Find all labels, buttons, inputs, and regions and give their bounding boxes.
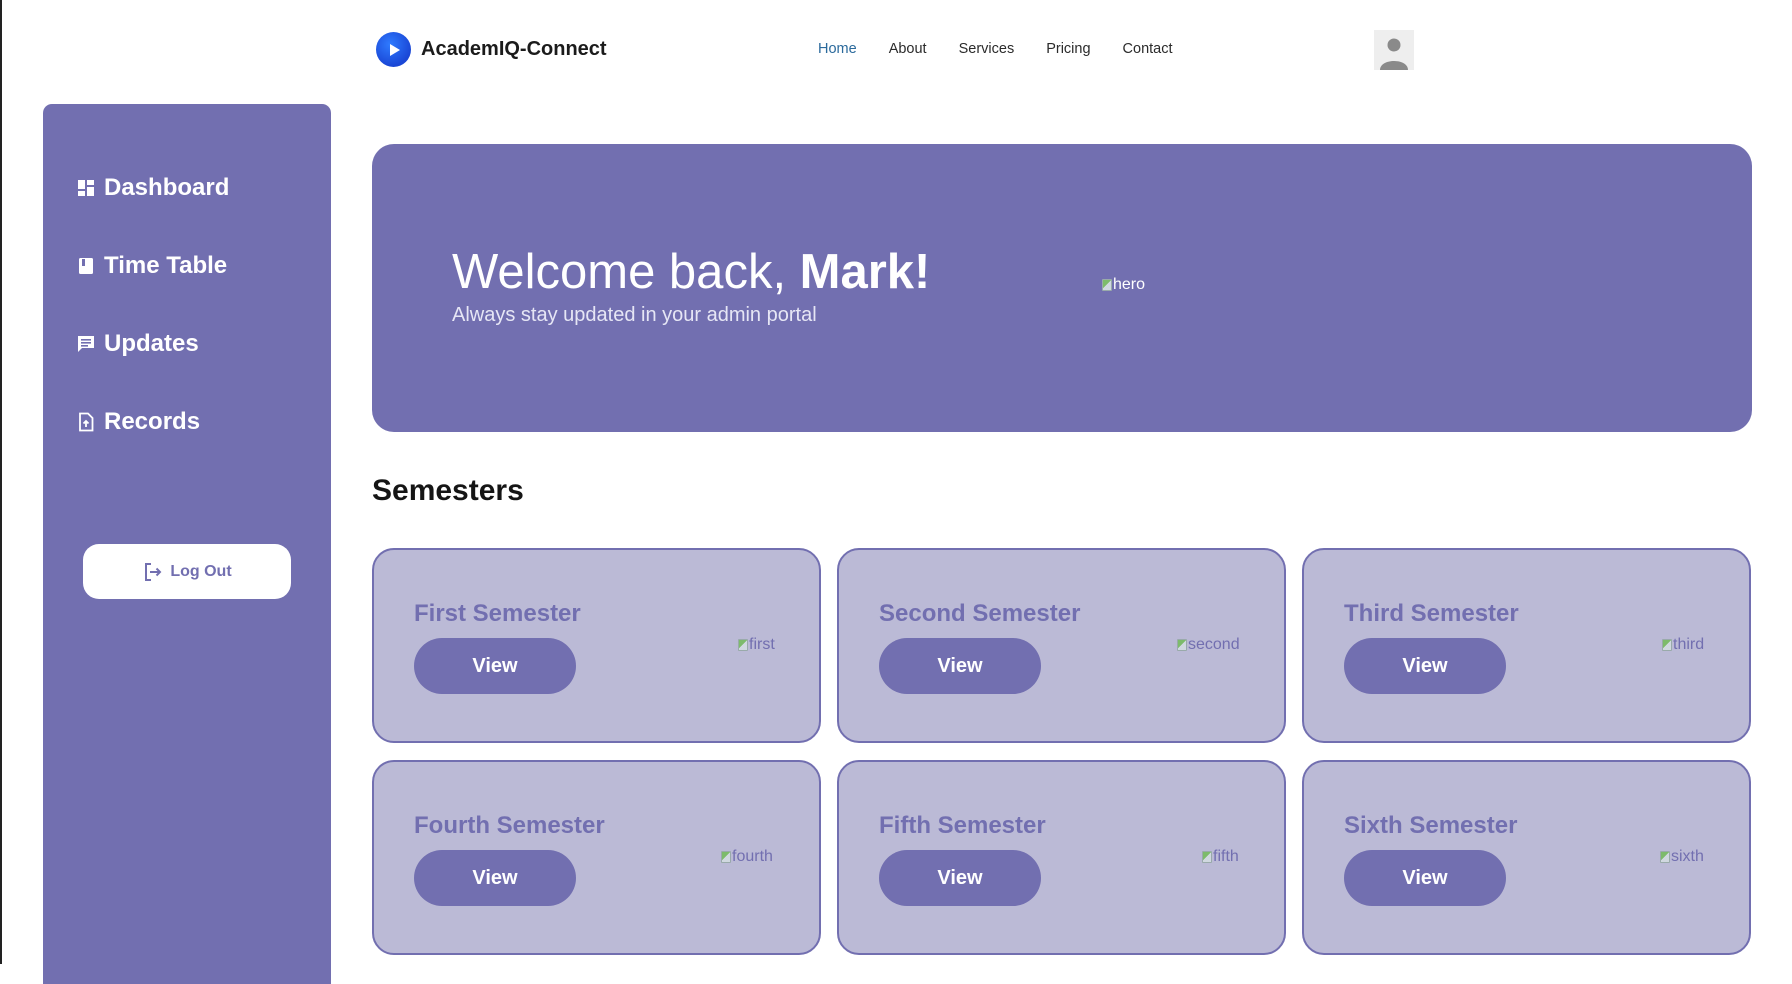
nav-home[interactable]: Home (818, 41, 857, 57)
semester-title: Third Semester (1344, 600, 1519, 627)
hero-image: hero (1102, 276, 1145, 294)
broken-image-icon (1662, 639, 1672, 651)
sidebar-item-label: Time Table (104, 252, 228, 279)
semester-title: Fifth Semester (879, 812, 1046, 839)
semester-card-fifth: Fifth Semester View fifth (837, 760, 1286, 955)
semester-image: fifth (1202, 848, 1239, 866)
nav-services[interactable]: Services (959, 41, 1015, 57)
play-circle-icon (376, 32, 411, 67)
semester-card-sixth: Sixth Semester View sixth (1302, 760, 1751, 955)
sidebar-item-label: Dashboard (104, 174, 230, 201)
file-upload-icon (79, 412, 94, 432)
sidebar-item-label: Updates (104, 330, 199, 357)
sidebar: Dashboard Time Table Updates Records Log… (43, 104, 331, 984)
user-avatar-icon[interactable] (1374, 30, 1414, 70)
semester-title: Sixth Semester (1344, 812, 1518, 839)
semester-image: first (738, 636, 775, 654)
dashboard-icon (78, 180, 94, 196)
broken-image-icon (1177, 639, 1187, 651)
logout-button[interactable]: Log Out (83, 544, 291, 599)
broken-image-icon (1660, 851, 1670, 863)
image-alt-text: second (1188, 636, 1240, 653)
nav-pricing[interactable]: Pricing (1046, 41, 1090, 57)
logout-label: Log Out (170, 562, 232, 580)
image-alt-text: sixth (1671, 848, 1704, 865)
sidebar-item-records[interactable]: Records (76, 408, 200, 436)
sidebar-item-updates[interactable]: Updates (76, 330, 199, 358)
image-alt-text: fifth (1213, 848, 1239, 865)
semester-title: Fourth Semester (414, 812, 605, 839)
image-alt-text: hero (1113, 276, 1146, 293)
broken-image-icon (721, 851, 731, 863)
welcome-heading: Welcome back, Mark! (452, 244, 930, 300)
broken-image-icon (1202, 851, 1212, 863)
semester-title: Second Semester (879, 600, 1081, 627)
view-button[interactable]: View (1344, 850, 1506, 906)
image-alt-text: third (1673, 636, 1705, 653)
sidebar-item-dashboard[interactable]: Dashboard (76, 174, 229, 202)
view-button[interactable]: View (879, 850, 1041, 906)
broken-image-icon (738, 639, 748, 651)
semesters-heading: Semesters (372, 474, 524, 507)
semester-card-first: First Semester View first (372, 548, 821, 743)
hero-banner: Welcome back, Mark! Always stay updated … (372, 144, 1752, 432)
semester-image: sixth (1660, 848, 1704, 866)
semester-card-third: Third Semester View third (1302, 548, 1751, 743)
sidebar-item-label: Records (104, 408, 201, 435)
chat-icon (78, 336, 94, 352)
view-button[interactable]: View (414, 638, 576, 694)
image-alt-text: fourth (732, 848, 773, 865)
nav-contact[interactable]: Contact (1123, 41, 1173, 57)
window-edge (0, 0, 2, 964)
broken-image-icon (1102, 279, 1112, 291)
view-button[interactable]: View (879, 638, 1041, 694)
logout-icon (145, 562, 162, 581)
semester-title: First Semester (414, 600, 581, 627)
semester-card-fourth: Fourth Semester View fourth (372, 760, 821, 955)
nav-about[interactable]: About (889, 41, 927, 57)
brand-name: AcademIQ-Connect (421, 38, 607, 60)
welcome-greeting: Welcome back, (452, 245, 800, 299)
sidebar-item-time-table[interactable]: Time Table (76, 252, 227, 280)
semester-card-second: Second Semester View second (837, 548, 1286, 743)
top-nav: Home About Services Pricing Contact (818, 41, 1173, 57)
view-button[interactable]: View (414, 850, 576, 906)
image-alt-text: first (749, 636, 775, 653)
view-button[interactable]: View (1344, 638, 1506, 694)
user-name: Mark! (799, 245, 931, 299)
semester-image: third (1662, 636, 1704, 654)
brand[interactable]: AcademIQ-Connect (376, 32, 607, 67)
semester-image: second (1177, 636, 1240, 654)
hero-subtitle: Always stay updated in your admin portal (452, 304, 817, 326)
semester-image: fourth (721, 848, 773, 866)
book-icon (79, 258, 93, 274)
